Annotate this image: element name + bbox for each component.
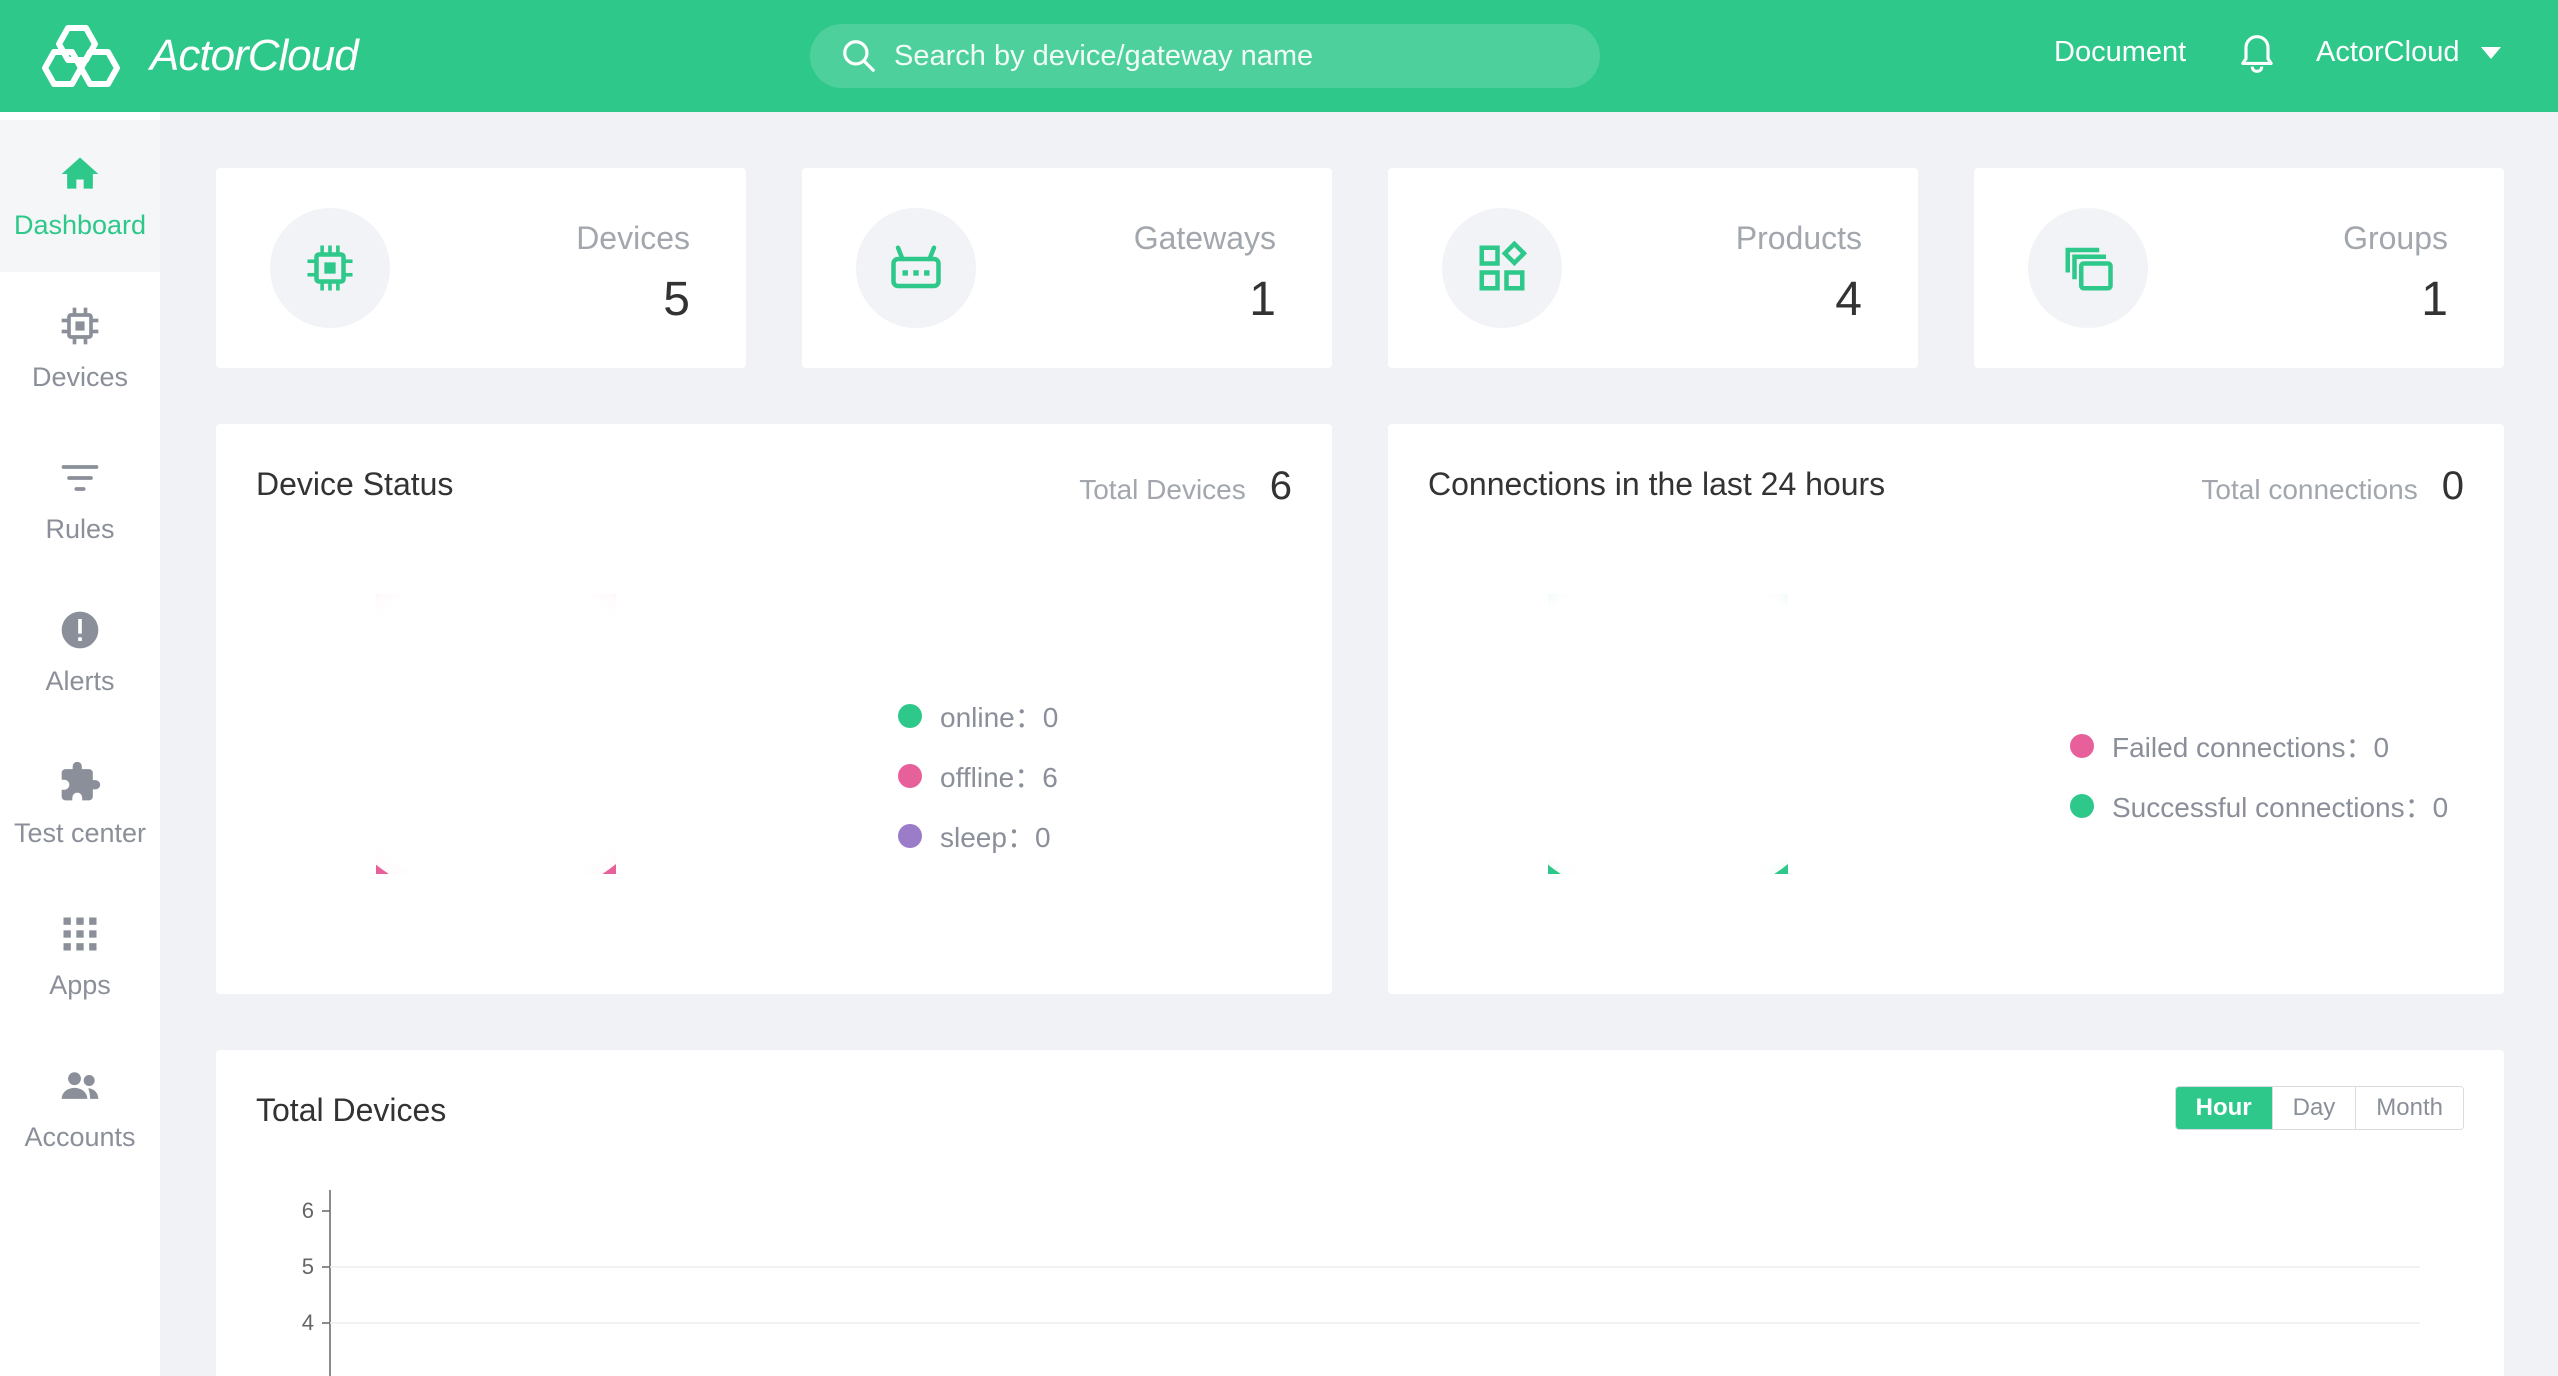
legend-online[interactable]: online：0: [898, 686, 1058, 746]
sidebar: Dashboard Devices Rules Alerts Test cent…: [0, 112, 160, 1376]
total-connections-summary: Total connections 0: [2201, 464, 2464, 509]
sidebar-item-dashboard[interactable]: Dashboard: [0, 120, 160, 272]
home-icon: [61, 157, 99, 189]
total-label: Total connections: [2201, 474, 2418, 505]
search-input[interactable]: [894, 39, 1574, 73]
connections-donut[interactable]: [1548, 594, 1788, 874]
stat-value: 5: [663, 273, 690, 326]
legend-dot: [898, 824, 922, 848]
bell-icon[interactable]: [2238, 32, 2276, 76]
y-tick-label: 6: [302, 1198, 314, 1223]
legend-dot: [898, 764, 922, 788]
stat-card-gateways[interactable]: Gateways 1: [802, 168, 1332, 368]
search-bar[interactable]: [810, 24, 1600, 88]
sidebar-item-apps[interactable]: Apps: [0, 880, 160, 1032]
legend-label: offline：6: [940, 762, 1058, 793]
legend-sleep[interactable]: sleep：0: [898, 806, 1058, 866]
sidebar-item-label: Alerts: [45, 665, 115, 696]
stat-title: Products: [1735, 220, 1862, 256]
sidebar-item-label: Test center: [13, 817, 147, 848]
total-devices-summary: Total Devices 6: [1079, 464, 1292, 509]
search-icon: [843, 40, 875, 72]
stat-card-products[interactable]: Products 4: [1388, 168, 1918, 368]
top-header: ActorCloud Document ActorCloud: [0, 0, 2558, 112]
connections-panel: Connections in the last 24 hours Total c…: [1388, 424, 2504, 994]
legend-label: online：0: [940, 702, 1059, 733]
stat-icon-wrap: [2028, 208, 2148, 328]
y-tick-label: 4: [302, 1310, 314, 1335]
connections-legend: Failed connections：0 Successful connecti…: [2070, 716, 2448, 836]
stat-title: Devices: [576, 220, 690, 256]
router-icon: [891, 245, 941, 289]
sidebar-item-accounts[interactable]: Accounts: [0, 1032, 160, 1184]
document-link[interactable]: Document: [2054, 36, 2186, 69]
apps-icon: [1479, 241, 1528, 291]
sidebar-item-test-center[interactable]: Test center: [0, 728, 160, 880]
stat-icon-wrap: [856, 208, 976, 328]
legend-label: sleep：0: [940, 822, 1051, 853]
stat-card-devices[interactable]: Devices 5: [216, 168, 746, 368]
sidebar-item-devices[interactable]: Devices: [0, 272, 160, 424]
range-hour-button[interactable]: Hour: [2175, 1087, 2272, 1129]
total-devices-panel: Total Devices Hour Day Month 6 5 4: [216, 1050, 2504, 1376]
stat-value: 1: [1249, 273, 1276, 326]
panel-title: Total Devices: [256, 1092, 447, 1128]
time-range-toggle: Hour Day Month: [2174, 1086, 2464, 1130]
stat-title: Groups: [2343, 220, 2448, 256]
total-value: 0: [2441, 464, 2464, 508]
range-day-button[interactable]: Day: [2271, 1087, 2356, 1129]
legend-dot: [2070, 794, 2094, 818]
legend-label: Failed connections：0: [2112, 732, 2390, 763]
stat-title: Gateways: [1133, 220, 1276, 256]
legend-successful[interactable]: Successful connections：0: [2070, 776, 2448, 836]
alert-icon: [61, 611, 99, 648]
total-value: 6: [1269, 464, 1292, 508]
panel-title: Device Status: [256, 466, 454, 502]
stat-icon-wrap: [1442, 208, 1562, 328]
sidebar-item-label: Accounts: [24, 1121, 136, 1152]
puzzle-icon: [61, 761, 101, 800]
user-menu[interactable]: ActorCloud: [2316, 36, 2502, 69]
device-status-donut[interactable]: [376, 594, 616, 874]
sidebar-item-label: Rules: [45, 513, 115, 544]
legend-dot: [898, 704, 922, 728]
legend-offline[interactable]: offline：6: [898, 746, 1058, 806]
layers-icon: [2065, 247, 2113, 291]
device-status-panel: Device Status Total Devices 6 online：0 o…: [216, 424, 1332, 994]
stat-icon-wrap: [270, 208, 390, 328]
sidebar-item-label: Devices: [31, 361, 129, 392]
stat-value: 4: [1835, 273, 1862, 326]
stat-card-groups[interactable]: Groups 1: [1974, 168, 2504, 368]
users-icon: [61, 1071, 99, 1099]
panel-title: Connections in the last 24 hours: [1428, 466, 1886, 502]
chip-icon: [307, 245, 353, 291]
logo-icon: [42, 25, 120, 87]
sidebar-item-rules[interactable]: Rules: [0, 424, 160, 576]
range-month-button[interactable]: Month: [2355, 1087, 2463, 1129]
sidebar-item-alerts[interactable]: Alerts: [0, 576, 160, 728]
total-label: Total Devices: [1079, 474, 1246, 505]
grid-icon: [63, 917, 97, 950]
filter-icon: [61, 464, 99, 491]
stat-value: 1: [2421, 273, 2448, 326]
device-status-legend: online：0 offline：6 sleep：0: [898, 686, 1058, 866]
chevron-down-icon: [2481, 46, 2502, 59]
total-devices-chart[interactable]: 6 5 4: [216, 1190, 2504, 1376]
y-tick-label: 5: [302, 1254, 314, 1279]
sidebar-item-label: Dashboard: [13, 209, 147, 240]
legend-label: Successful connections：0: [2112, 792, 2449, 823]
legend-dot: [2070, 734, 2094, 758]
brand-name: ActorCloud: [150, 31, 359, 80]
brand-logo[interactable]: ActorCloud: [38, 20, 359, 92]
user-name: ActorCloud: [2316, 36, 2460, 68]
chip-icon: [61, 307, 99, 344]
success-ring: [1548, 863, 1788, 874]
legend-failed[interactable]: Failed connections：0: [2070, 716, 2448, 776]
sidebar-item-label: Apps: [49, 969, 111, 1000]
offline-ring: [376, 863, 616, 874]
